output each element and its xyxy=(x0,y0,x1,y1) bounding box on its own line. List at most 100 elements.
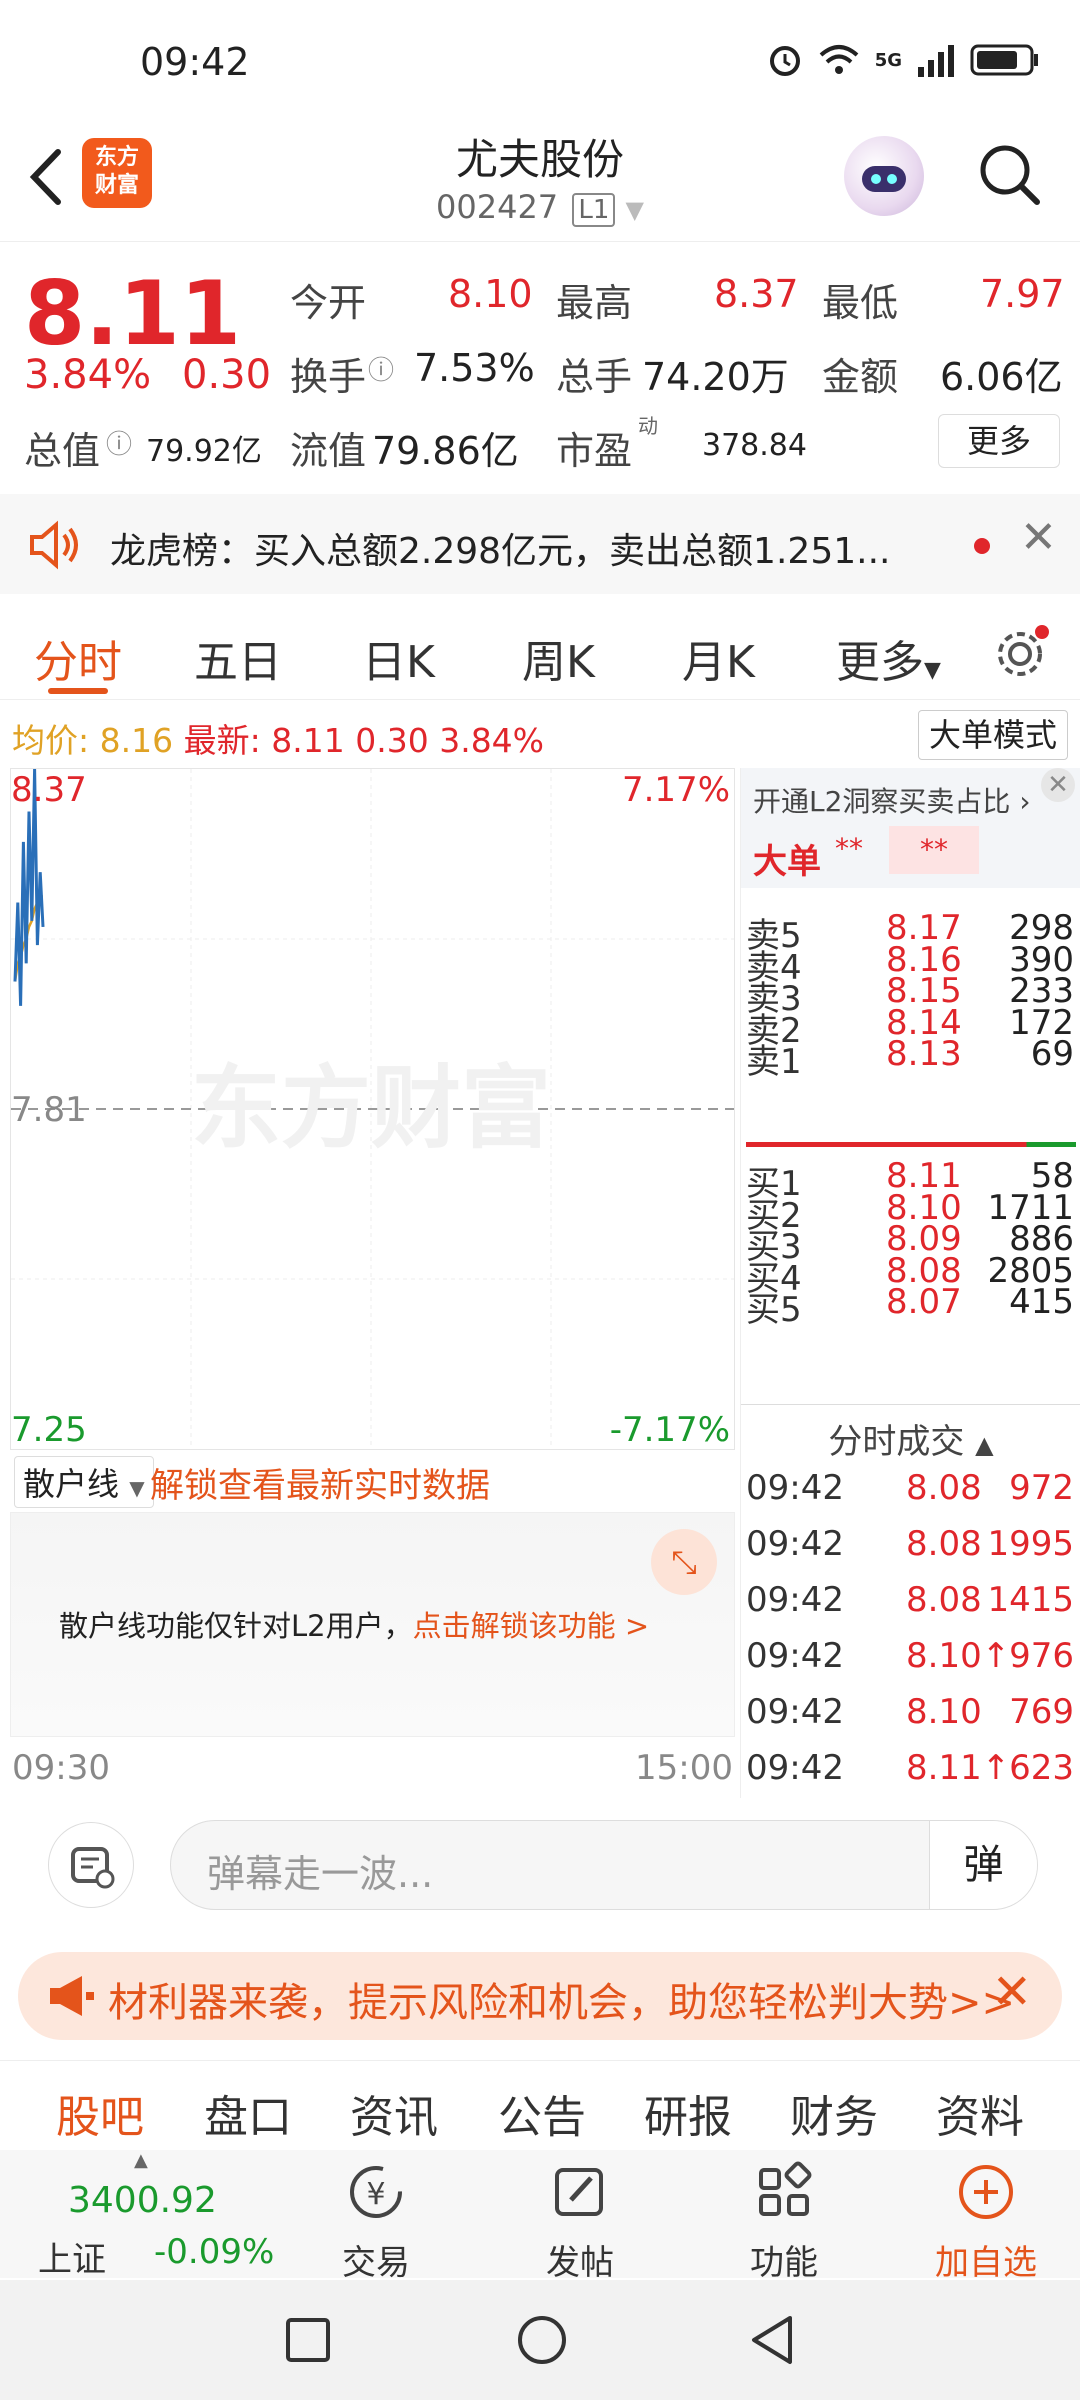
trade-volume: 972 xyxy=(1009,1468,1074,1508)
level-price: 8.13 xyxy=(886,1034,962,1074)
sort-up-icon: ▲ xyxy=(975,1431,994,1459)
expand-icon[interactable]: ⤡ xyxy=(651,1529,717,1595)
danmaku-input[interactable]: 弹幕走一波... 弹 xyxy=(170,1820,1038,1910)
index-ticker[interactable]: ▲ 3400.92 上证 -0.09% xyxy=(10,2150,290,2280)
level-volume: 69 xyxy=(1030,1034,1074,1074)
search-icon[interactable] xyxy=(975,140,1045,210)
trade-time: 09:42 xyxy=(746,1636,844,1676)
close-icon[interactable]: ✕ xyxy=(1041,768,1075,802)
status-bar: 09:42 5G xyxy=(0,0,1080,120)
quote-panel: 8.11 3.84% 0.30 今开 8.10 最高 8.37 最低 7.97 … xyxy=(0,242,1080,492)
retail-unlock-link[interactable]: 点击解锁该功能 > xyxy=(413,1609,650,1643)
tab-profile[interactable]: 资料 xyxy=(936,2081,1024,2145)
tab-intraday[interactable]: 分时 xyxy=(34,626,122,690)
trade-price: 8.10 xyxy=(906,1692,982,1732)
info-icon[interactable]: ⓘ xyxy=(368,350,394,387)
low-value: 7.97 xyxy=(980,272,1065,316)
danmaku-bar: 弹幕走一波... 弹 xyxy=(0,1800,1080,1920)
trades-title-label: 分时成交 xyxy=(828,1422,965,1462)
app-logo[interactable]: 东方 财富 xyxy=(82,138,152,208)
system-nav-bar xyxy=(0,2280,1080,2400)
trades-title[interactable]: 分时成交 ▲ xyxy=(741,1414,1080,1463)
stock-code-line[interactable]: 002427 L1 ▼ xyxy=(340,188,740,227)
retail-line-select[interactable]: 散户线 ▼ xyxy=(14,1456,154,1508)
change-percent: 3.84% xyxy=(24,352,152,398)
dragon-tiger-notice[interactable]: 龙虎榜：买入总额2.298亿元，卖出总额1.251... ✕ xyxy=(0,494,1080,594)
high-value: 8.37 xyxy=(714,272,799,316)
megaphone-icon xyxy=(50,1976,94,2016)
intraday-chart[interactable]: 东方财富 8.37 7.81 7.25 7.17% -7.17% xyxy=(10,768,735,1450)
edit-icon xyxy=(555,2168,603,2216)
add-circle-icon xyxy=(959,2165,1013,2219)
grid-apps-icon xyxy=(759,2161,812,2216)
caret-up-icon: ▲ xyxy=(134,2150,148,2171)
tab-daily-k[interactable]: 日K xyxy=(362,626,435,690)
latest-value: 8.11 xyxy=(271,721,345,760)
tab-weekly-k[interactable]: 周K xyxy=(522,626,595,690)
tab-research[interactable]: 研报 xyxy=(644,2081,732,2145)
level-label: 卖1 xyxy=(746,1042,802,1082)
trade-row: 09:42 8.08 972 xyxy=(746,1468,1076,1524)
latest-pct: 3.84% xyxy=(439,721,545,760)
more-button[interactable]: 更多 xyxy=(938,414,1060,468)
nav-post[interactable]: 发帖 xyxy=(510,2160,650,2284)
watermark: 东方财富 xyxy=(191,1056,551,1161)
tab-more[interactable]: 更多▼ xyxy=(836,626,941,690)
intraday-chart-svg: 东方财富 8.37 7.81 7.25 7.17% -7.17% xyxy=(11,768,734,1450)
promo-banner[interactable]: 材利器来袭，提示风险和机会，助您轻松判大势>> ✕ xyxy=(18,1952,1062,2040)
big-order-mode-button[interactable]: 大单模式 xyxy=(918,710,1068,760)
bid-ask-ratio-bar xyxy=(746,1142,1076,1147)
tab-forum[interactable]: 股吧 xyxy=(56,2081,144,2145)
status-time: 09:42 xyxy=(140,40,250,84)
settings-gear-icon[interactable] xyxy=(992,622,1052,682)
retail-line-section: 散户线 ▼ 解锁查看最新实时数据 ⤡ 散户线功能仅针对L2用户，点击解锁该功能 … xyxy=(10,1452,735,1742)
close-icon[interactable]: ✕ xyxy=(992,1964,1032,2020)
dropdown-icon: ▼ xyxy=(924,658,941,683)
network-label: 5G xyxy=(874,49,902,71)
robot-assistant-icon[interactable] xyxy=(844,136,924,216)
trade-price: 8.11↑ xyxy=(906,1748,1011,1788)
level-badge: L1 xyxy=(572,193,616,227)
tab-five-day[interactable]: 五日 xyxy=(194,626,282,690)
l2-promo-link[interactable]: 开通L2洞察买卖占比 › xyxy=(753,780,1031,820)
nav-trade[interactable]: ¥ 交易 xyxy=(306,2160,446,2284)
order-book: 开通L2洞察买卖占比 › ✕ 大单 ** ** 分时成交 ▲ 卖5 8.17 298… xyxy=(740,768,1080,1798)
trade-row: 09:42 8.08 1415 xyxy=(746,1580,1076,1636)
tab-finance[interactable]: 财务 xyxy=(790,2081,878,2145)
danmaku-send-button[interactable]: 弹 xyxy=(929,1821,1037,1909)
home-icon[interactable] xyxy=(516,2314,568,2366)
nav-add-watchlist[interactable]: 加自选 xyxy=(916,2160,1056,2284)
back-icon[interactable] xyxy=(20,142,70,212)
pe-dynamic-mark: 动 xyxy=(638,414,658,438)
back-nav-icon[interactable] xyxy=(748,2314,796,2366)
stock-header: 东方 财富 尤夫股份 002427 L1 ▼ xyxy=(0,120,1080,242)
tab-announcements[interactable]: 公告 xyxy=(498,2081,586,2145)
trade-volume: 623 xyxy=(1009,1748,1074,1788)
pe-value: 378.84 xyxy=(702,428,807,463)
recent-apps-icon[interactable] xyxy=(284,2316,332,2364)
tab-news[interactable]: 资讯 xyxy=(350,2081,438,2145)
nav-functions[interactable]: 功能 xyxy=(714,2160,854,2284)
pct-min-label: -7.17% xyxy=(610,1410,730,1449)
tab-monthly-k[interactable]: 月K xyxy=(682,626,755,690)
speaker-icon xyxy=(30,520,78,570)
danmaku-settings-icon[interactable] xyxy=(48,1822,134,1908)
tab-more-label: 更多 xyxy=(836,637,924,688)
status-icons: 5G xyxy=(767,42,1040,78)
battery-icon xyxy=(970,44,1038,76)
content-tabs: 股吧 盘口 资讯 公告 研报 财务 资料 xyxy=(0,2060,1080,2150)
trade-time: 09:42 xyxy=(746,1748,844,1788)
unlock-realtime-link[interactable]: 解锁查看最新实时数据 xyxy=(150,1458,490,1507)
big-order-masked-a: ** xyxy=(835,832,863,865)
trade-volume: 1995 xyxy=(987,1524,1074,1564)
trade-price: 8.08 xyxy=(906,1468,982,1508)
signal-icon xyxy=(918,45,954,77)
trade-volume: 769 xyxy=(1009,1692,1074,1732)
retail-line-panel: ⤡ 散户线功能仅针对L2用户，点击解锁该功能 > xyxy=(10,1512,735,1737)
info-icon[interactable]: ⓘ xyxy=(106,424,132,461)
time-axis: 09:30 15:00 xyxy=(10,1740,735,1796)
close-icon[interactable]: ✕ xyxy=(1020,512,1057,563)
tab-handicap[interactable]: 盘口 xyxy=(204,2081,292,2145)
total-value: 79.92亿 xyxy=(146,434,262,469)
trade-price: 8.08 xyxy=(906,1524,982,1564)
